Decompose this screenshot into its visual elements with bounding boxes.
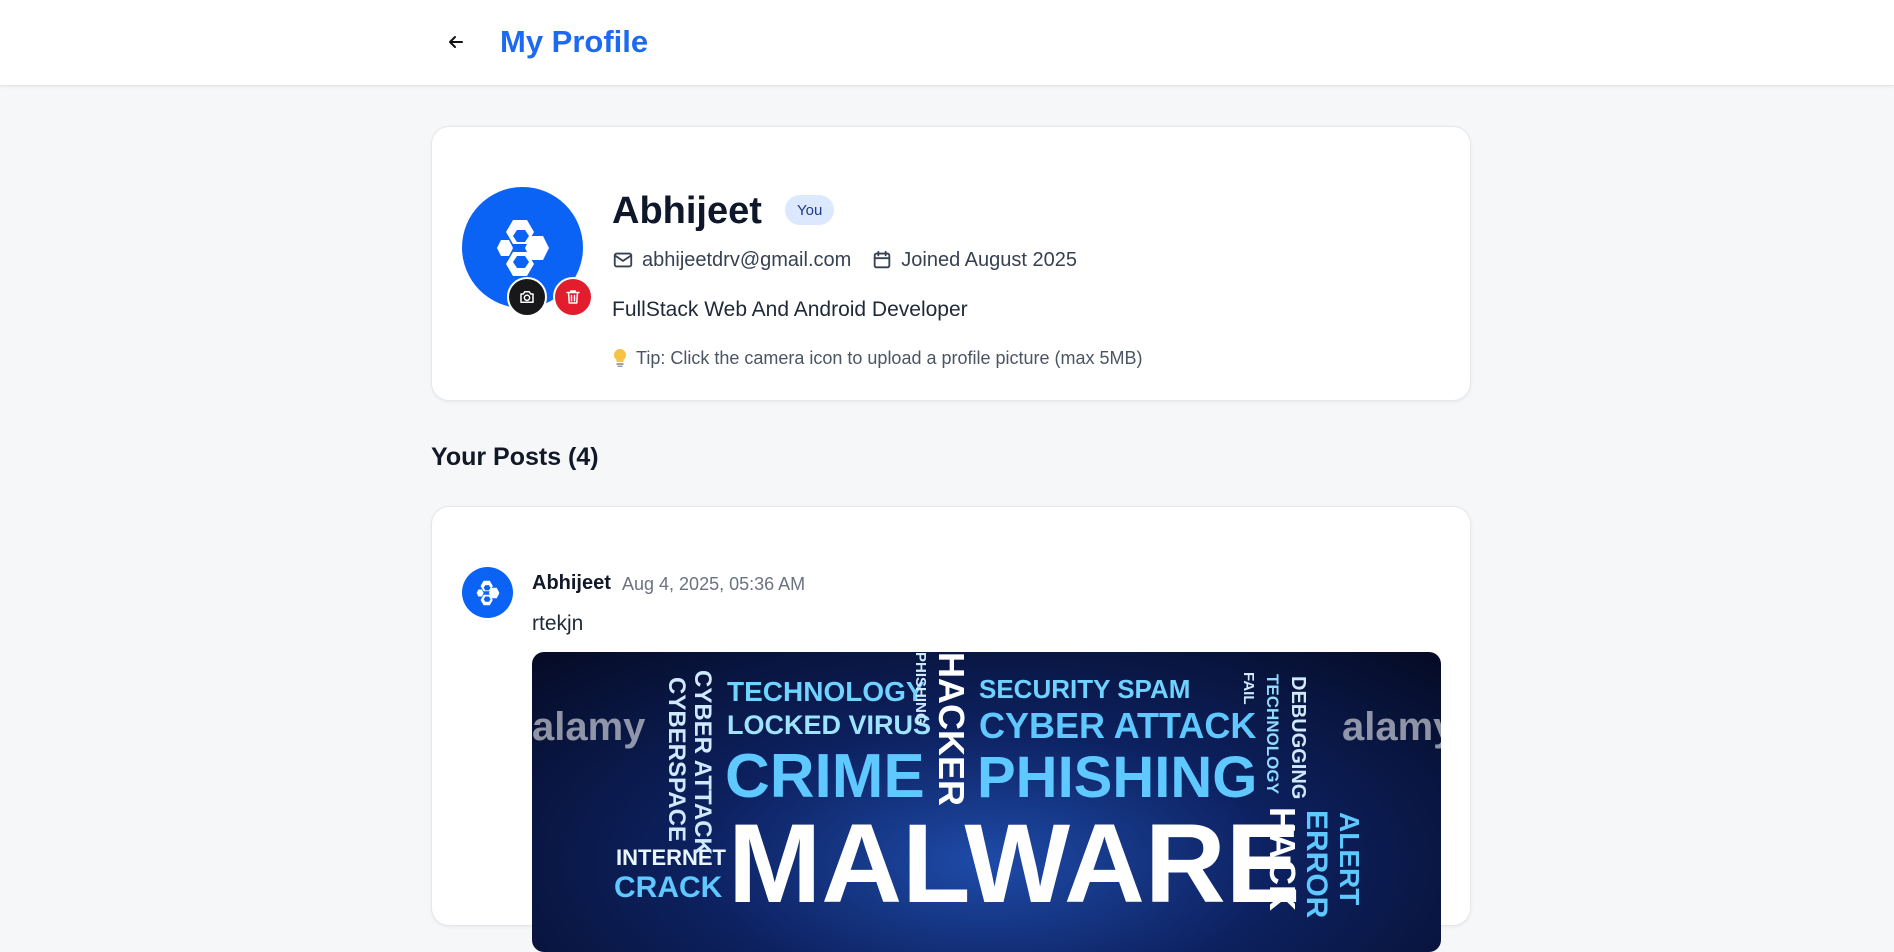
- word-technology-vertical: TECHNOLOGY: [1263, 674, 1282, 795]
- watermark-left: alamy: [532, 705, 646, 749]
- word-fail-vertical: FAIL: [1240, 672, 1257, 705]
- upload-tip-text: Tip: Click the camera icon to upload a p…: [636, 347, 1143, 368]
- word-cyber-attack: CYBER ATTACK: [979, 705, 1256, 746]
- profile-bio: FullStack Web And Android Developer: [612, 298, 968, 321]
- top-bar: My Profile: [0, 0, 1894, 86]
- you-badge: You: [785, 195, 835, 225]
- word-crack: CRACK: [614, 871, 723, 904]
- profile-joined: Joined August 2025: [901, 248, 1077, 271]
- word-technology: TECHNOLOGY: [727, 676, 925, 707]
- post-image[interactable]: TECHNOLOGY SECURITY SPAM LOCKED VIRUS CY…: [532, 652, 1441, 952]
- back-button[interactable]: [436, 22, 476, 62]
- post-avatar[interactable]: [462, 567, 513, 618]
- upload-photo-button[interactable]: [507, 277, 547, 317]
- watermark-right: alamy: [1342, 705, 1441, 749]
- word-hacker-vertical: HACKER: [931, 652, 972, 806]
- camera-icon: [518, 288, 536, 306]
- word-phishing-vertical: PHISHING: [912, 652, 929, 725]
- trash-icon: [564, 288, 582, 306]
- word-hack-vertical: HACK: [1262, 807, 1303, 911]
- posts-heading: Your Posts (4): [431, 443, 599, 471]
- profile-name: Abhijeet: [612, 190, 762, 232]
- profile-meta: abhijeetdrv@gmail.com Joined August 2025: [612, 245, 1077, 275]
- profile-card: Abhijeet You abhijeetdrv@gmail.com Joine…: [431, 126, 1471, 401]
- post-timestamp: Aug 4, 2025, 05:36 AM: [622, 574, 806, 594]
- word-error-vertical: ERROR: [1300, 810, 1333, 919]
- avatar-logo-icon: [491, 216, 555, 280]
- mail-icon: [612, 249, 634, 271]
- post-text: rtekjn: [532, 612, 584, 635]
- word-alert-vertical: ALERT: [1334, 812, 1365, 905]
- page-title: My Profile: [500, 24, 649, 59]
- post-author[interactable]: Abhijeet: [532, 569, 611, 597]
- word-cyberspace-vertical: CYBERSPACE: [663, 677, 690, 842]
- lightbulb-icon: [612, 348, 628, 368]
- post-card: Abhijeet Aug 4, 2025, 05:36 AM rtekjn TE…: [431, 506, 1471, 952]
- avatar-logo-icon: [474, 579, 502, 607]
- calendar-icon: [871, 249, 893, 271]
- word-locked-virus: LOCKED VIRUS: [727, 710, 931, 740]
- arrow-left-icon: [446, 32, 466, 52]
- word-malware: MALWARE: [728, 801, 1300, 926]
- profile-email: abhijeetdrv@gmail.com: [642, 248, 852, 271]
- word-debugging-vertical: DEBUGGING: [1287, 676, 1309, 799]
- word-security-spam: SECURITY SPAM: [979, 674, 1190, 704]
- word-cyber-attack-vertical: CYBER ATTACK: [689, 670, 716, 856]
- delete-photo-button[interactable]: [553, 277, 593, 317]
- upload-tip: Tip: Click the camera icon to upload a p…: [612, 345, 1143, 371]
